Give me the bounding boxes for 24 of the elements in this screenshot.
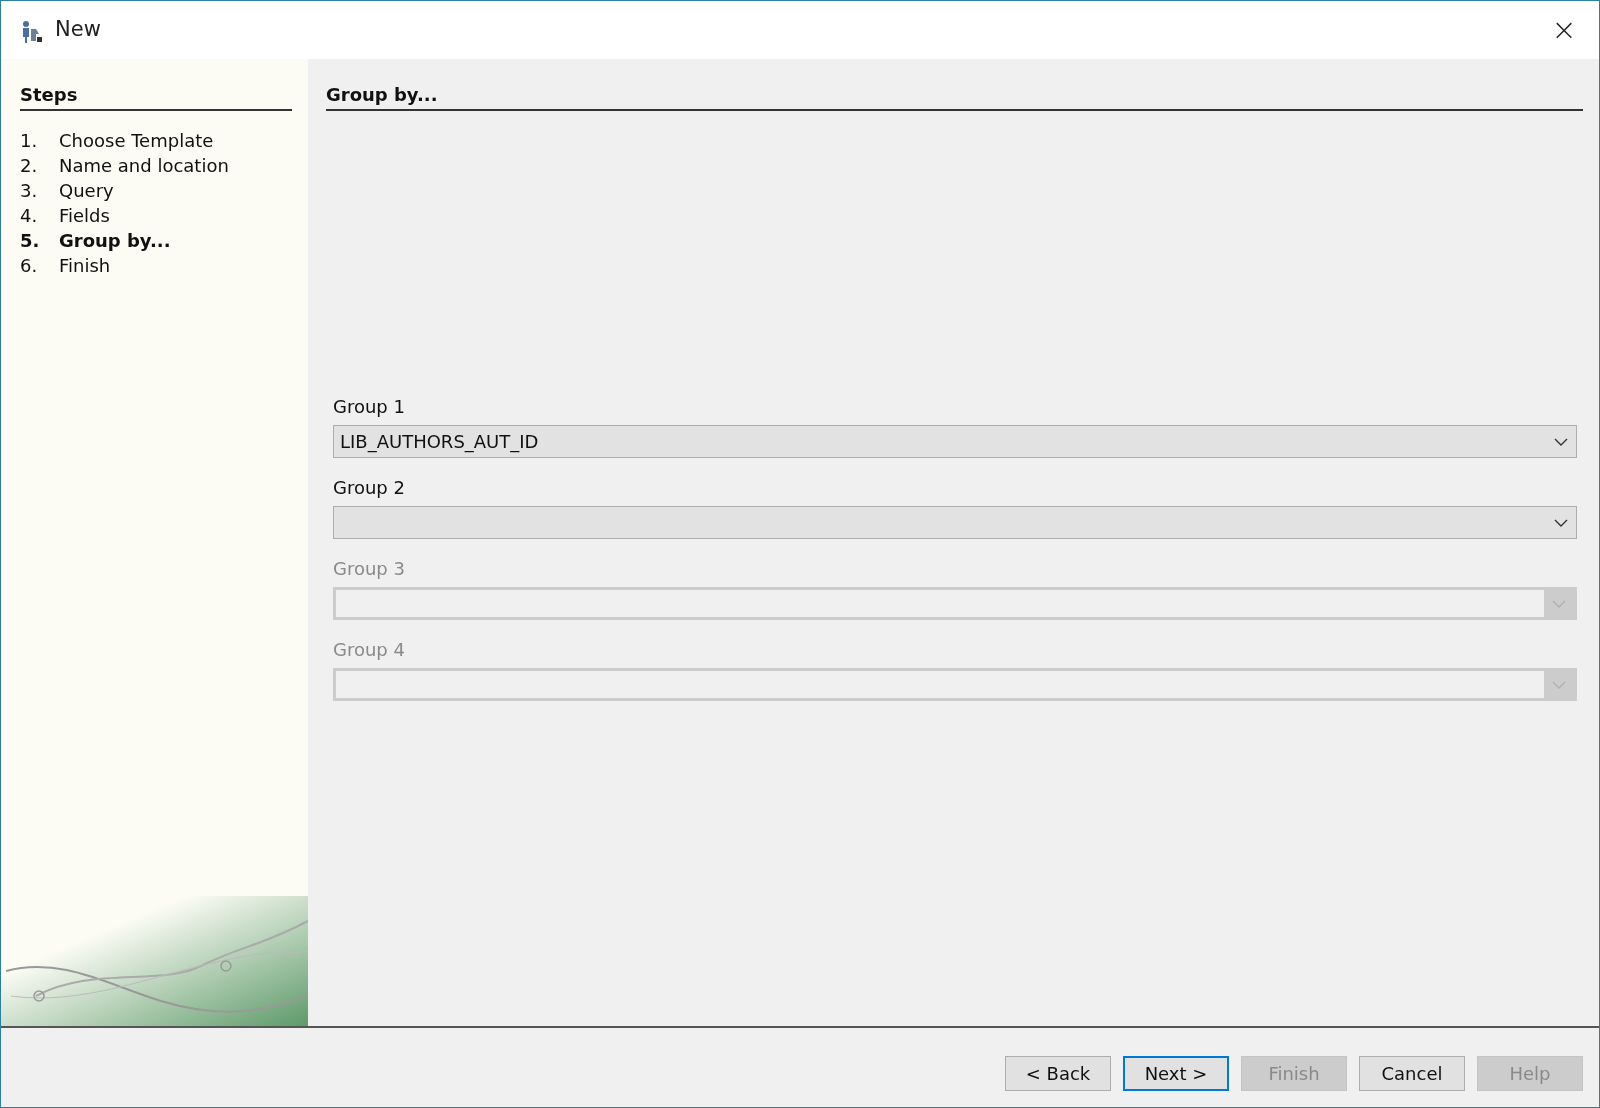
dialog-button[interactable]: < Back xyxy=(1005,1056,1111,1091)
group-dropdown[interactable] xyxy=(333,506,1577,539)
window-title: New xyxy=(55,16,101,44)
step-item: 5. Group by... xyxy=(20,229,172,253)
step-item: 3. Query xyxy=(20,179,115,203)
step-item: 2. Name and location xyxy=(20,154,230,178)
field-label: Group 3 xyxy=(333,557,406,581)
page-heading: Group by... xyxy=(326,81,1583,111)
field-label: Group 4 xyxy=(333,638,406,662)
chevron-down-icon xyxy=(1554,437,1568,446)
step-item: 1. Choose Template xyxy=(20,129,215,153)
dialog-button[interactable]: Next > xyxy=(1123,1056,1229,1091)
close-button[interactable]: × xyxy=(1549,15,1579,45)
dropdown-value: LIB_AUTHORS_AUT_ID xyxy=(339,430,540,455)
steps-heading: Steps xyxy=(20,81,292,111)
step-item: 6. Finish xyxy=(20,254,112,278)
step-item: 4. Fields xyxy=(20,204,111,228)
field-label: Group 2 xyxy=(333,476,406,500)
chevron-down-icon xyxy=(1554,518,1568,527)
group-dropdown[interactable]: LIB_AUTHORS_AUT_ID xyxy=(333,425,1577,458)
field-label: Group 1 xyxy=(333,395,406,419)
dialog-button[interactable]: Cancel xyxy=(1359,1056,1465,1091)
chevron-down-icon xyxy=(1552,599,1566,608)
chevron-down-icon xyxy=(1552,680,1566,689)
